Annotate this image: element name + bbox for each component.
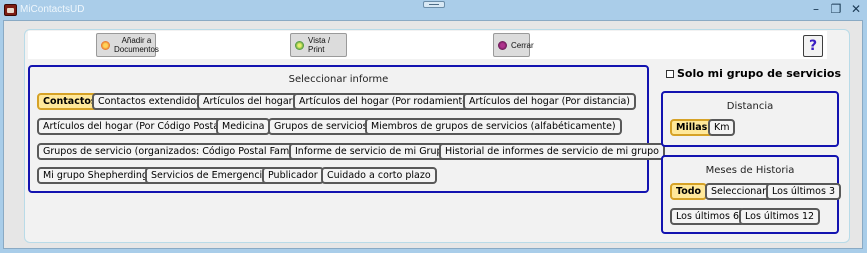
history-option-last6[interactable]: Los últimos 6 [670, 208, 746, 225]
report-option[interactable]: Contactos extendidos [92, 93, 208, 110]
print-icon [295, 40, 304, 50]
report-option[interactable]: Historial de informes de servicio de mi … [439, 143, 665, 160]
add-documents-icon [101, 40, 110, 50]
add-to-documents-button[interactable]: Añadir a Documentos [96, 33, 159, 57]
close-button[interactable]: Cerrar [493, 33, 534, 57]
help-button[interactable]: ? [803, 35, 823, 57]
report-option[interactable]: Miembros de grupos de servicios (alfabét… [365, 118, 622, 135]
title-bar: MiContactsUD – ❐ ✕ [0, 0, 867, 22]
add-doc-label-line2: Documentos [114, 45, 159, 54]
history-option-seleccionar[interactable]: Seleccionar [705, 183, 773, 200]
drag-grip-icon[interactable] [423, 1, 445, 8]
distance-title: Distancia [726, 101, 774, 112]
report-group-title: Seleccionar informe [288, 74, 389, 85]
window-title: MiContactsUD [20, 4, 85, 15]
report-option[interactable]: Artículos del hogar (Por distancia) [463, 93, 636, 110]
report-option[interactable]: Publicador [262, 167, 324, 184]
report-option[interactable]: Mi grupo Shepherding [37, 167, 154, 184]
history-option-last3[interactable]: Los últimos 3 [766, 183, 842, 200]
app-icon [4, 4, 17, 16]
history-option-todo[interactable]: Todo [670, 183, 708, 200]
close-icon [498, 40, 507, 50]
report-option[interactable]: Artículos del hogar (Por Código Postal) [37, 118, 232, 135]
history-title: Meses de Historia [705, 165, 795, 176]
minimize-icon[interactable]: – [808, 2, 824, 16]
report-option[interactable]: Artículos del hogar [197, 93, 299, 110]
only-my-group-checkbox[interactable]: Solo mi grupo de servicios [666, 67, 841, 80]
report-option[interactable]: Grupos de servicio (organizados: Código … [37, 143, 317, 160]
report-option[interactable]: Cuidado a corto plazo [321, 167, 437, 184]
only-my-group-label: Solo mi grupo de servicios [677, 67, 842, 80]
history-option-last12[interactable]: Los últimos 12 [739, 208, 821, 225]
distance-option-millas[interactable]: Millas [670, 119, 714, 136]
close-label: Cerrar [511, 40, 534, 50]
print-preview-button[interactable]: Vista / Print [290, 33, 347, 57]
report-option[interactable]: Medicina [216, 118, 271, 135]
checkbox-box[interactable] [666, 69, 674, 78]
report-option[interactable]: Artículos del hogar (Por rodamiento) [293, 93, 478, 110]
report-option[interactable]: Grupos de servicios [268, 118, 374, 135]
distance-option-km[interactable]: Km [708, 119, 736, 136]
report-option[interactable]: Informe de servicio de mi Grupo [289, 143, 455, 160]
restore-icon[interactable]: ❐ [828, 2, 844, 16]
add-doc-label-line1: Añadir a [121, 36, 152, 45]
print-label: Vista / Print [308, 36, 331, 54]
report-option[interactable]: Servicios de Emergencia [145, 167, 275, 184]
close-window-icon[interactable]: ✕ [848, 2, 864, 16]
